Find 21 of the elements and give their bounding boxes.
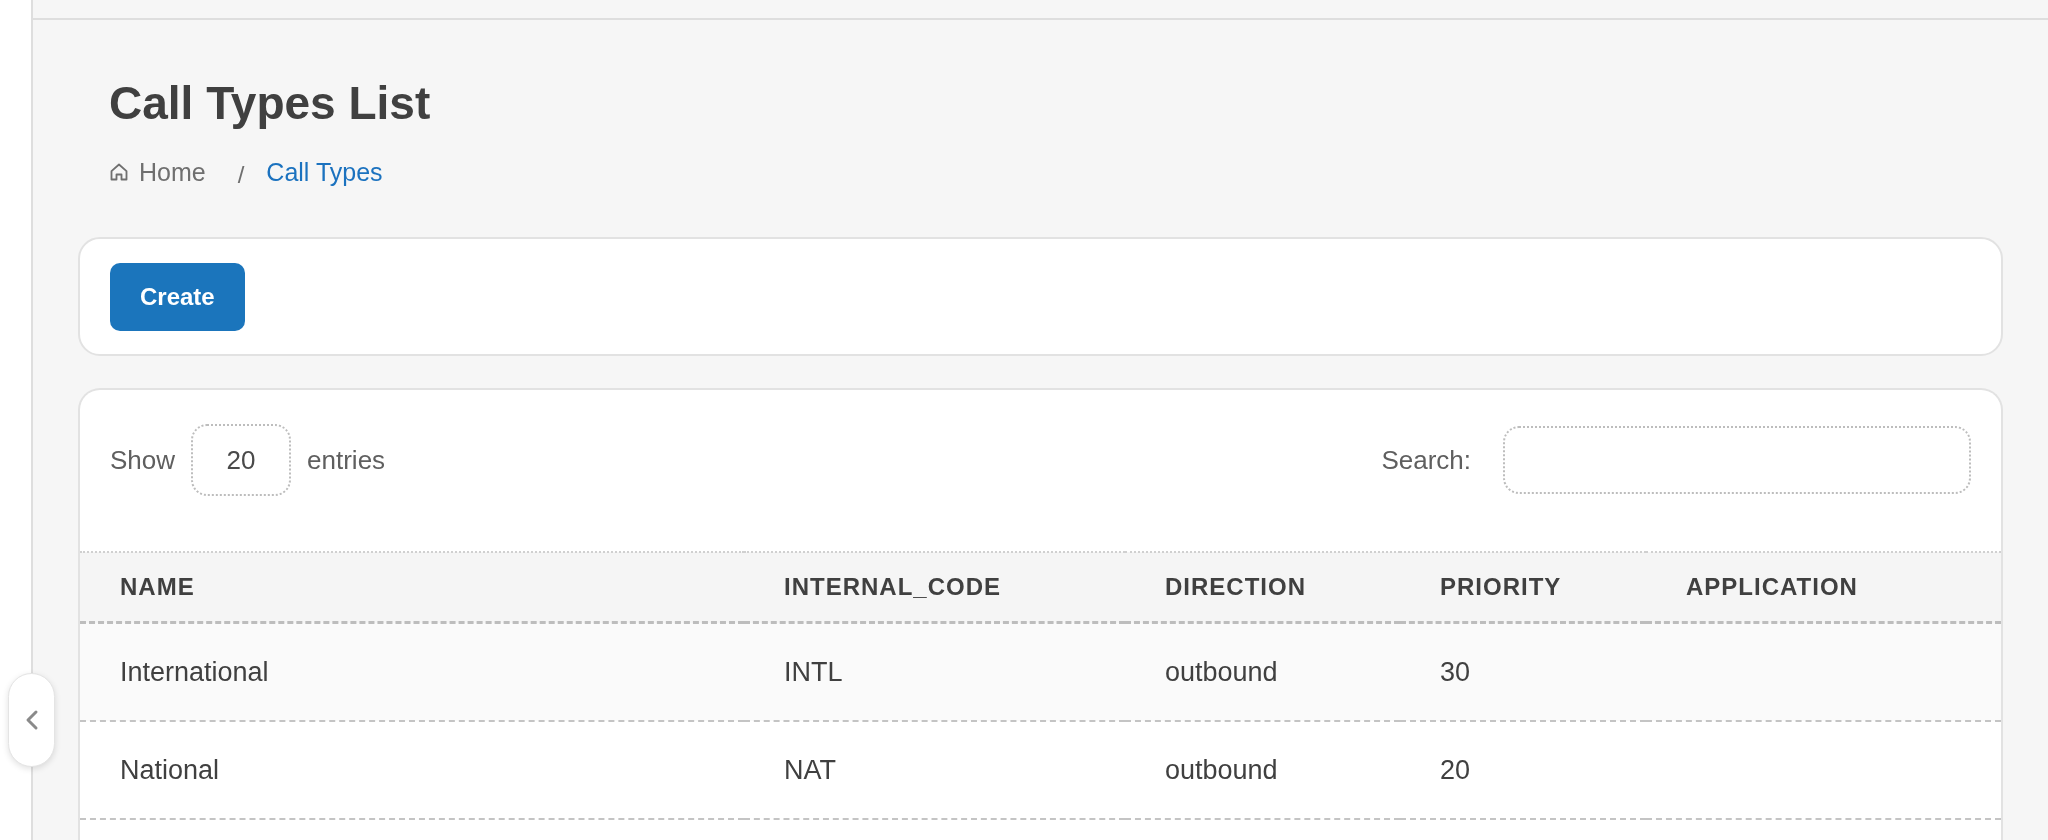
table-cell: NAT <box>744 721 1125 820</box>
search-label: Search: <box>1381 444 1471 476</box>
column-header[interactable]: PRIORITY <box>1400 552 1646 623</box>
table-cell: National <box>80 721 744 820</box>
create-button[interactable]: Create <box>110 262 245 331</box>
column-header[interactable]: NAME <box>80 552 744 623</box>
breadcrumb-separator: / <box>237 161 245 190</box>
page-size-field[interactable]: 20 <box>191 424 292 497</box>
table-cell: outbound <box>1125 721 1400 820</box>
show-label: Show <box>110 444 176 476</box>
breadcrumb-link[interactable]: Call Types <box>266 157 383 187</box>
column-header[interactable]: INTERNAL_CODE <box>744 552 1125 623</box>
page-title: Call Types List <box>109 76 432 131</box>
breadcrumb-link[interactable]: Home <box>109 157 206 187</box>
column-header[interactable]: DIRECTION <box>1125 552 1400 623</box>
collapse-sidebar-button[interactable] <box>8 673 55 767</box>
entries-label: entries <box>307 444 386 476</box>
table-cell: 20 <box>1400 721 1646 820</box>
search-field[interactable] <box>1503 426 1971 495</box>
home-icon <box>109 162 129 183</box>
column-header[interactable]: APPLICATION <box>1646 552 2001 623</box>
